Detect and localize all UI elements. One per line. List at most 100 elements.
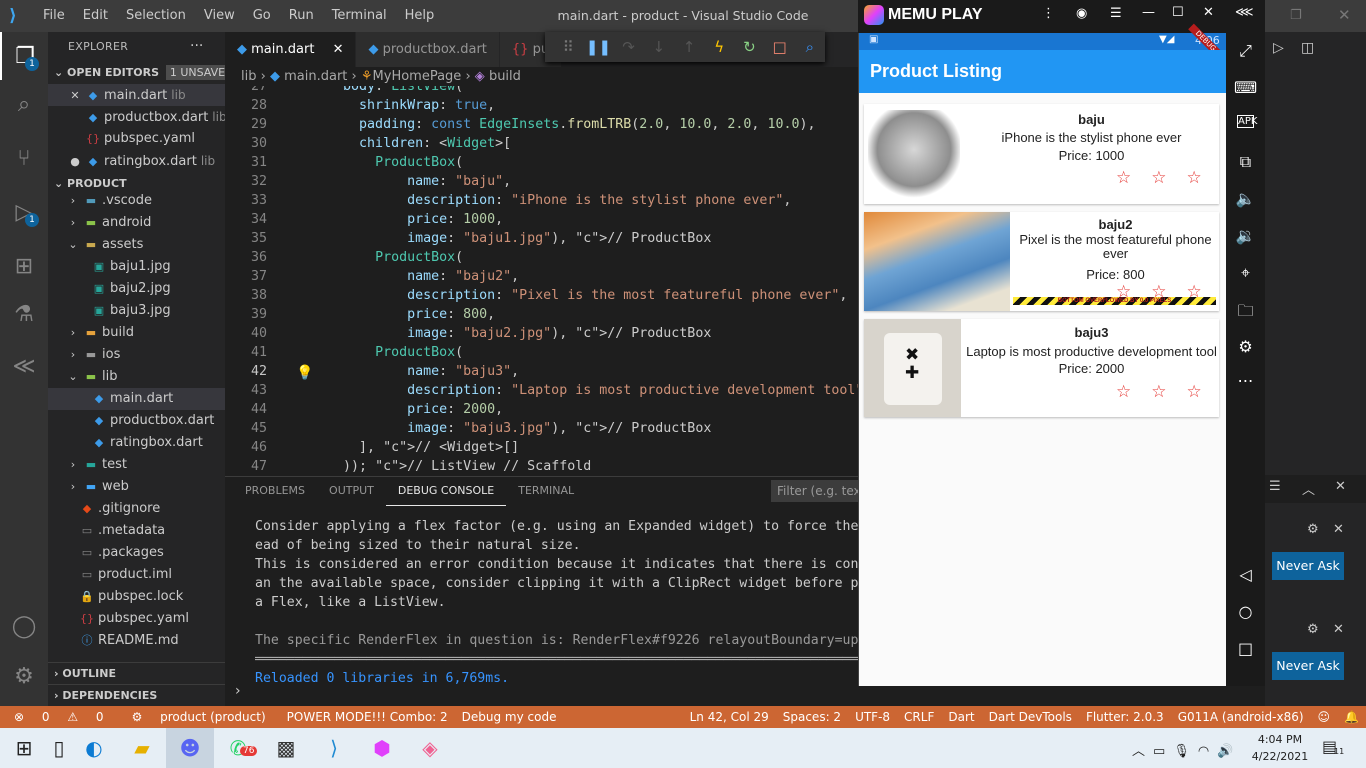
- tree-file[interactable]: ▭ .packages: [48, 542, 225, 564]
- never-ask-button[interactable]: Never Ask: [1272, 652, 1344, 680]
- menu-edit[interactable]: Edit: [74, 0, 117, 32]
- code-editor[interactable]: 27 body: ListView(28 shrinkWrap: true, 29…: [225, 86, 858, 476]
- tree-file[interactable]: ▣ baju2.jpg: [48, 278, 225, 300]
- code-line[interactable]: 27 body: ListView(: [225, 86, 858, 96]
- extensions-icon[interactable]: ⊞: [0, 242, 48, 290]
- open-editor-item[interactable]: ✕ ◆ main.dart lib: [48, 84, 225, 106]
- bell-icon[interactable]: 🔔: [1337, 710, 1366, 724]
- code-line[interactable]: 29 padding: const EdgeInsets.fromLTRB(2.…: [225, 115, 858, 134]
- open-editor-item[interactable]: {} pubspec.yaml: [48, 128, 225, 150]
- explorer-more-icon[interactable]: ···: [190, 38, 203, 54]
- product-list[interactable]: baju iPhone is the stylist phone ever Pr…: [859, 93, 1226, 686]
- home-icon[interactable]: ○: [1226, 602, 1265, 621]
- tree-folder[interactable]: › ▬ ios: [48, 344, 225, 366]
- drag-handle-icon[interactable]: ⠿: [553, 38, 583, 56]
- dependencies-header[interactable]: › DEPENDENCIES: [48, 684, 225, 706]
- task-view-icon[interactable]: ▯: [48, 728, 70, 768]
- hot-reload-icon[interactable]: ϟ: [704, 38, 734, 56]
- tree-file[interactable]: ▭ product.iml: [48, 564, 225, 586]
- settings-gear-icon[interactable]: ⚙: [1226, 337, 1265, 356]
- product-card[interactable]: baju2 Pixel is the most featureful phone…: [864, 212, 1219, 311]
- tree-file[interactable]: ▣ baju3.jpg: [48, 300, 225, 322]
- chevron-up-icon[interactable]: ︿: [1132, 744, 1153, 759]
- tree-file[interactable]: ▣ baju1.jpg: [48, 256, 225, 278]
- code-line[interactable]: 41 ProductBox(: [225, 343, 858, 362]
- code-line[interactable]: 43 description: "Laptop is most producti…: [225, 381, 858, 400]
- run-debug-icon[interactable]: ▷ 1: [0, 188, 48, 236]
- close-panel-icon[interactable]: ✕: [1335, 479, 1346, 494]
- tree-file[interactable]: ◆ .gitignore: [48, 498, 225, 520]
- breadcrumb-item[interactable]: MyHomePage: [373, 69, 462, 84]
- code-line[interactable]: 38 description: "Pixel is the most featu…: [225, 286, 858, 305]
- keyboard-icon[interactable]: ⌨: [1226, 78, 1265, 97]
- console-prompt-icon[interactable]: ›: [235, 683, 241, 699]
- code-line[interactable]: 33 description: "iPhone is the stylist p…: [225, 191, 858, 210]
- stop-icon[interactable]: □: [765, 38, 795, 56]
- code-line[interactable]: 44 price: 2000,: [225, 400, 858, 419]
- memu-taskbar-icon[interactable]: ⬢: [358, 728, 406, 768]
- menu-file[interactable]: File: [34, 0, 74, 32]
- debug-status[interactable]: Debug my code: [455, 710, 564, 724]
- device-status[interactable]: G011A (android-x86): [1171, 710, 1311, 724]
- tab-productbox-dart[interactable]: ◆ productbox.dart: [356, 32, 500, 67]
- chevron-up-icon[interactable]: ︿: [1302, 479, 1315, 498]
- flutter-icon[interactable]: ≪: [0, 342, 48, 390]
- never-ask-button[interactable]: Never Ask: [1272, 552, 1344, 580]
- tree-file[interactable]: ⓘ README.md: [48, 630, 225, 652]
- restore-window-icon[interactable]: ❐: [1290, 8, 1302, 23]
- maximize-icon[interactable]: ☐: [1172, 5, 1184, 20]
- code-line[interactable]: 35 image: "baju1.jpg"), "c">// ProductBo…: [225, 229, 858, 248]
- whatsapp-icon[interactable]: ✆ 76: [214, 728, 262, 768]
- code-line[interactable]: 32 name: "baju",: [225, 172, 858, 191]
- code-line[interactable]: 42 name: "baju3",: [225, 362, 858, 381]
- collapse-icon[interactable]: ⋘: [1235, 5, 1254, 20]
- code-line[interactable]: 46 ], "c">// <Widget>[]: [225, 438, 858, 457]
- problems-status[interactable]: ⊗ 0 ⚠ 0: [0, 710, 118, 724]
- gear-icon[interactable]: ⚙: [1307, 522, 1319, 537]
- close-window-icon[interactable]: ✕: [1338, 6, 1351, 24]
- gear-icon[interactable]: ⚙: [1307, 622, 1319, 637]
- tree-folder[interactable]: › ▬ build: [48, 322, 225, 344]
- step-into-icon[interactable]: ↓: [644, 38, 674, 56]
- pause-icon[interactable]: ❚❚: [583, 38, 613, 56]
- restart-icon[interactable]: ↻: [734, 38, 764, 56]
- account-icon[interactable]: ◉: [1076, 6, 1087, 21]
- code-line[interactable]: 36 ProductBox(: [225, 248, 858, 267]
- tab-problems[interactable]: PROBLEMS: [233, 477, 317, 505]
- menu-run[interactable]: Run: [280, 0, 323, 32]
- menu-view[interactable]: View: [195, 0, 244, 32]
- apk-icon[interactable]: APK: [1237, 115, 1257, 128]
- close-icon[interactable]: ✕: [333, 42, 344, 57]
- windows-start-icon[interactable]: ⊞: [0, 728, 48, 768]
- tree-folder[interactable]: › ▬ web: [48, 476, 225, 498]
- close-icon[interactable]: ✕: [1333, 522, 1344, 537]
- open-editor-item[interactable]: ◆ productbox.dart lib: [48, 106, 225, 128]
- volume-down-icon[interactable]: 🔉: [1226, 226, 1265, 245]
- menu-icon[interactable]: ☰: [1110, 6, 1122, 21]
- code-line[interactable]: 30 children: <Widget>[: [225, 134, 858, 153]
- close-icon[interactable]: ✕: [1203, 5, 1214, 20]
- menu-go[interactable]: Go: [244, 0, 280, 32]
- tab-terminal[interactable]: TERMINAL: [506, 477, 586, 505]
- indent-status[interactable]: Spaces: 2: [776, 710, 848, 724]
- tree-file[interactable]: {} pubspec.yaml: [48, 608, 225, 630]
- split-editor-icon[interactable]: ◫: [1301, 40, 1314, 56]
- product-card[interactable]: baju iPhone is the stylist phone ever Pr…: [864, 104, 1219, 204]
- flutter-version[interactable]: Flutter: 2.0.3: [1079, 710, 1171, 724]
- eol-status[interactable]: CRLF: [897, 710, 941, 724]
- tree-file[interactable]: ▭ .metadata: [48, 520, 225, 542]
- inspect-widget-icon[interactable]: ⌕: [795, 38, 825, 56]
- account-icon[interactable]: ◯: [0, 602, 48, 650]
- tab-main-dart[interactable]: ◆ main.dart ✕: [225, 32, 357, 67]
- location-icon[interactable]: ⌖: [1226, 263, 1265, 283]
- close-icon[interactable]: ✕: [1333, 622, 1344, 637]
- close-icon[interactable]: ✕: [68, 85, 82, 106]
- tree-folder[interactable]: › ▬ test: [48, 454, 225, 476]
- search-icon[interactable]: ⌕: [0, 80, 48, 128]
- tab-output[interactable]: OUTPUT: [317, 477, 386, 505]
- multi-memu-icon[interactable]: ◈: [406, 728, 454, 768]
- tree-file[interactable]: ◆ ratingbox.dart: [48, 432, 225, 454]
- multi-window-icon[interactable]: ⧉: [1226, 152, 1265, 172]
- project-header[interactable]: ⌄ PRODUCT: [48, 173, 225, 195]
- code-line[interactable]: 47 )); "c">// ListView // Scaffold: [225, 457, 858, 476]
